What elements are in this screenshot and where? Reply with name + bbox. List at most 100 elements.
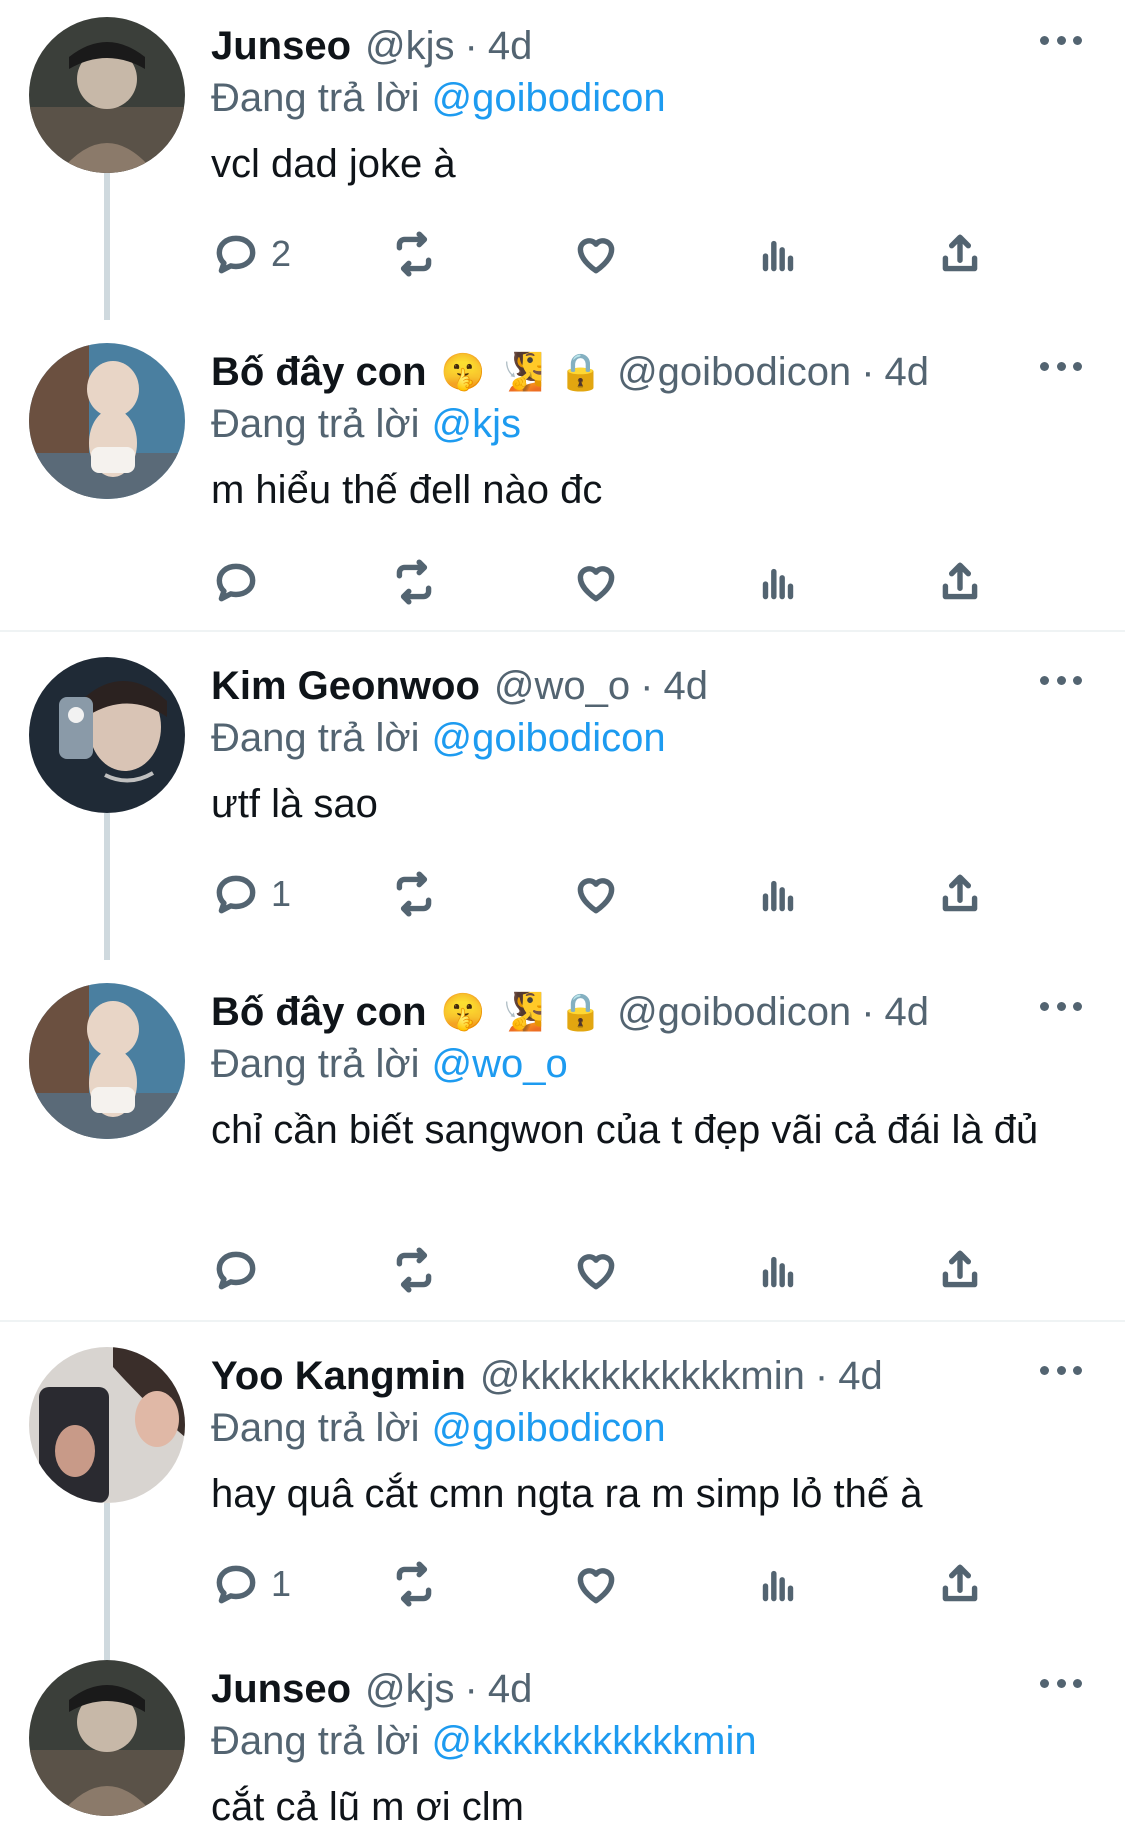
tweet[interactable]: Bố đây con 🤫 🧏 🔒 @goibodicon · 4d Đang t…	[0, 966, 1125, 1318]
separator-dot: ·	[464, 1667, 478, 1711]
display-name[interactable]: Bố đây con	[211, 984, 427, 1040]
like-button[interactable]	[571, 1556, 621, 1612]
tweet-text: hay quâ cắt cmn ngta ra m simp lỏ thế à	[211, 1472, 923, 1516]
separator-dot: ·	[464, 24, 478, 68]
tweet[interactable]: Kim Geonwoo @wo_o · 4d Đang trả lời @goib…	[0, 640, 1125, 960]
more-options-icon[interactable]	[1040, 996, 1082, 1016]
thread-line	[104, 173, 110, 320]
share-icon	[942, 562, 978, 600]
retweet-icon	[396, 559, 432, 605]
reply-button[interactable]	[211, 554, 271, 610]
heart-icon	[577, 238, 615, 274]
views-button[interactable]	[753, 554, 803, 610]
timestamp[interactable]: 4d	[838, 1348, 883, 1404]
timestamp[interactable]: 4d	[488, 18, 533, 74]
name-emoji: 🧏	[499, 991, 545, 1032]
retweet-icon	[396, 1247, 432, 1293]
tweet[interactable]: Bố đây con 🤫 🧏 🔒 @goibodicon · 4d Đang t…	[0, 326, 1125, 630]
share-button[interactable]	[935, 866, 985, 922]
timestamp[interactable]: 4d	[488, 1661, 533, 1717]
views-button[interactable]	[753, 226, 803, 282]
share-button[interactable]	[935, 226, 985, 282]
replying-to: Đang trả lời @goibodicon	[211, 1400, 666, 1456]
display-name[interactable]: Kim Geonwoo	[211, 658, 480, 714]
share-icon	[942, 1250, 978, 1288]
timestamp[interactable]: 4d	[663, 658, 708, 714]
user-handle[interactable]: @wo_o	[494, 658, 630, 714]
reply-count: 1	[271, 873, 292, 914]
tweet-text: m hiểu thế đell nào đc	[211, 468, 603, 512]
action-bar	[211, 554, 1011, 610]
mention-link[interactable]: @goibodicon	[432, 716, 666, 760]
views-button[interactable]	[753, 866, 803, 922]
like-button[interactable]	[571, 226, 621, 282]
mention-link[interactable]: @goibodicon	[432, 76, 666, 120]
tweet-text: cắt cả lũ m ơi clm	[211, 1785, 524, 1829]
like-button[interactable]	[571, 866, 621, 922]
like-button[interactable]	[571, 554, 621, 610]
avatar[interactable]	[29, 1347, 185, 1503]
mention-link[interactable]: @kkkkkkkkkkkmin	[432, 1719, 757, 1763]
bar-chart-icon	[762, 1570, 794, 1602]
replying-to: Đang trả lời @wo_o	[211, 1036, 568, 1092]
replying-to-label: Đang trả lời	[211, 1406, 420, 1450]
views-button[interactable]	[753, 1556, 803, 1612]
more-options-icon[interactable]	[1040, 1360, 1082, 1380]
avatar[interactable]	[29, 343, 185, 499]
tweet-text: ưtf là sao	[211, 782, 378, 826]
share-button[interactable]	[935, 1556, 985, 1612]
tweet-text: vcl dad joke à	[211, 142, 456, 186]
user-handle[interactable]: @kjs	[365, 18, 455, 74]
tweet-text: chỉ cần biết sangwon của t đẹp vãi cả đá…	[211, 1108, 1039, 1152]
reply-icon	[216, 875, 256, 914]
share-icon	[942, 874, 978, 912]
reply-button[interactable]	[211, 1242, 271, 1298]
action-bar: 2	[211, 226, 1011, 282]
retweet-button[interactable]	[389, 554, 439, 610]
more-options-icon[interactable]	[1040, 356, 1082, 376]
separator-dot: ·	[861, 990, 875, 1034]
retweet-button[interactable]	[389, 226, 439, 282]
avatar[interactable]	[29, 17, 185, 173]
replying-to-label: Đang trả lời	[211, 402, 420, 446]
user-handle[interactable]: @kjs	[365, 1661, 455, 1717]
tweet[interactable]: Yoo Kangmin @kkkkkkkkkkkmin · 4d Đang tr…	[0, 1330, 1125, 1660]
views-button[interactable]	[753, 1242, 803, 1298]
retweet-button[interactable]	[389, 1556, 439, 1612]
mention-link[interactable]: @wo_o	[432, 1042, 568, 1086]
display-name[interactable]: Bố đây con	[211, 344, 427, 400]
timestamp[interactable]: 4d	[885, 344, 930, 400]
retweet-button[interactable]	[389, 1242, 439, 1298]
timestamp[interactable]: 4d	[885, 984, 930, 1040]
user-handle[interactable]: @goibodicon	[617, 984, 851, 1040]
share-button[interactable]	[935, 1242, 985, 1298]
tweet[interactable]: Junseo @kjs · 4d Đang trả lời @kkkkkkkkkk…	[0, 1643, 1125, 1844]
avatar[interactable]	[29, 983, 185, 1139]
mention-link[interactable]: @kjs	[432, 402, 522, 446]
bar-chart-icon	[762, 240, 794, 272]
share-icon	[942, 234, 978, 272]
more-options-icon[interactable]	[1040, 30, 1082, 50]
retweet-icon	[396, 871, 432, 917]
tweet[interactable]: Junseo @kjs · 4d Đang trả lời @goibodicon…	[0, 0, 1125, 320]
reply-button[interactable]: 1	[211, 1556, 291, 1612]
user-handle[interactable]: @goibodicon	[617, 344, 851, 400]
retweet-button[interactable]	[389, 866, 439, 922]
share-button[interactable]	[935, 554, 985, 610]
user-handle[interactable]: @kkkkkkkkkkkmin	[480, 1348, 805, 1404]
display-name[interactable]: Yoo Kangmin	[211, 1348, 466, 1404]
more-options-icon[interactable]	[1040, 670, 1082, 690]
like-button[interactable]	[571, 1242, 621, 1298]
display-name[interactable]: Junseo	[211, 1661, 351, 1717]
replying-to: Đang trả lời @kjs	[211, 396, 521, 452]
replying-to-label: Đang trả lời	[211, 1719, 420, 1763]
display-name[interactable]: Junseo	[211, 18, 351, 74]
avatar[interactable]	[29, 657, 185, 813]
reply-button[interactable]: 2	[211, 226, 291, 282]
avatar[interactable]	[29, 1660, 185, 1816]
reply-icon	[216, 1251, 256, 1290]
more-options-icon[interactable]	[1040, 1673, 1082, 1693]
mention-link[interactable]: @goibodicon	[432, 1406, 666, 1450]
retweet-icon	[396, 231, 432, 277]
reply-button[interactable]: 1	[211, 866, 291, 922]
